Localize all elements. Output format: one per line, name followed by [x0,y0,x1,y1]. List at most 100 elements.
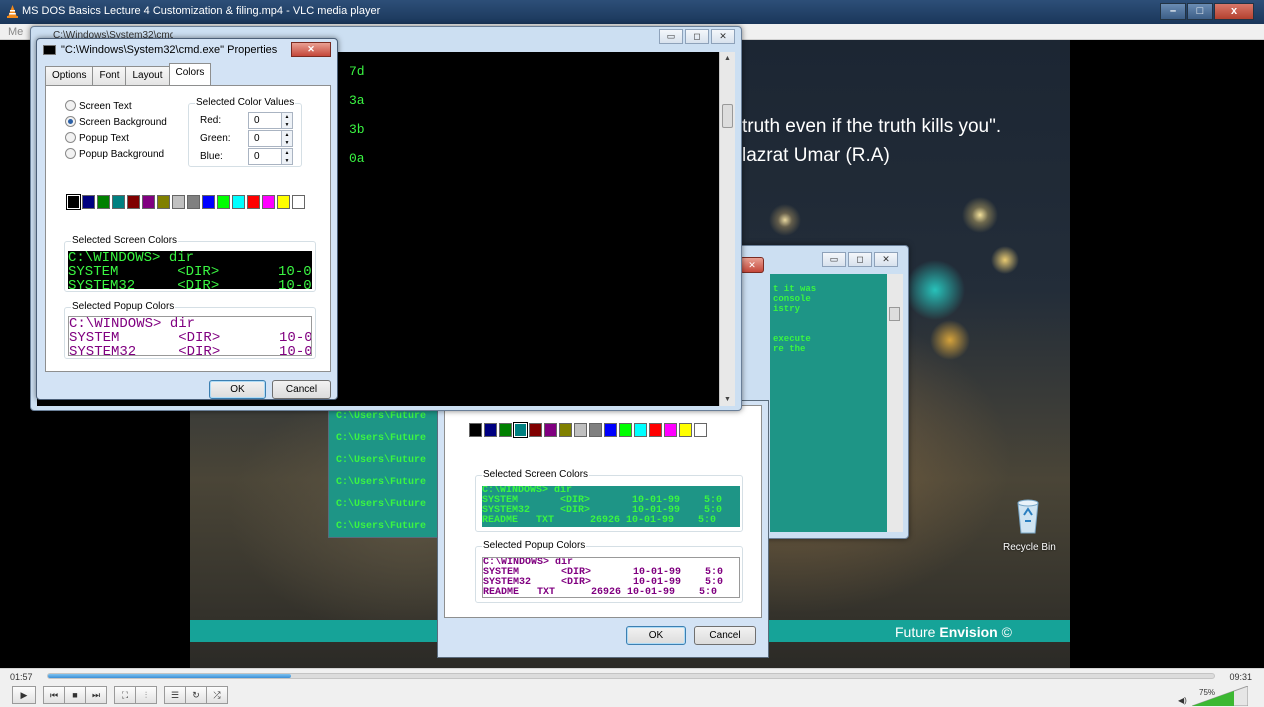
close-button[interactable]: ✕ [711,29,735,44]
color-swatch[interactable] [187,195,200,209]
color-swatch[interactable] [634,423,647,437]
radio-screen-background[interactable]: Screen Background [65,116,167,128]
scroll-thumb[interactable] [722,104,733,128]
menu-fragment[interactable]: Me [8,26,23,38]
color-swatch[interactable] [232,195,245,209]
ok-button[interactable]: OK [626,626,686,645]
screen-colors-preview: C:\WINDOWS> dir SYSTEM <DIR> 10-0 SYSTEM32… [68,251,312,289]
color-swatch[interactable] [157,195,170,209]
console-line: C:\Users\Future [336,521,427,532]
minimize-button[interactable]: – [1160,3,1186,20]
console-line: C:\Users\Future [336,433,427,444]
color-swatch[interactable] [513,422,528,438]
color-swatch[interactable] [277,195,290,209]
cancel-button[interactable]: Cancel [694,626,756,645]
fullscreen-button[interactable]: ⛶ [114,686,136,704]
color-swatch[interactable] [469,423,482,437]
color-swatch[interactable] [679,423,692,437]
console-line: C:\Users\Future [336,411,427,422]
seek-progress [48,674,291,678]
cancel-button[interactable]: Cancel [272,380,331,399]
tab-layout[interactable]: Layout [125,66,170,85]
blue-spinner[interactable]: ▲ ▼ [281,148,293,165]
color-swatch[interactable] [664,423,677,437]
previous-button[interactable]: ⏮ [43,686,65,704]
tab-options[interactable]: Options [45,66,94,85]
properties-dialog: "C:\Windows\System32\cmd.exe" Properties… [36,38,338,400]
maximize-button[interactable]: ◻ [848,252,872,267]
color-swatch[interactable] [544,423,557,437]
scrollbar[interactable] [887,274,903,532]
minimize-button[interactable]: ▭ [822,252,846,267]
color-swatch[interactable] [127,195,140,209]
red-input[interactable]: 0 [248,112,282,129]
color-swatch[interactable] [484,423,497,437]
shuffle-button[interactable]: ⤮ [206,686,228,704]
speaker-icon[interactable]: ◀) [1178,696,1187,705]
radio-indicator[interactable] [65,100,76,111]
color-swatch[interactable] [112,195,125,209]
color-swatch[interactable] [559,423,572,437]
quote-line-2: lazrat Umar (R.A) [742,145,890,166]
play-button[interactable]: ▶ [12,686,36,704]
vlc-title-bar: MS DOS Basics Lecture 4 Customization & … [0,0,1264,24]
color-swatch[interactable] [97,195,110,209]
radio-indicator[interactable] [65,116,76,127]
maximize-button[interactable]: ◻ [685,29,709,44]
back-properties-dialog: Selected Screen Colors C:\WINDOWS> dir SY… [437,400,769,658]
extended-settings-button[interactable]: ⫶ [135,686,157,704]
color-swatch[interactable] [292,195,305,209]
color-swatch[interactable] [589,423,602,437]
console-line: istry [773,304,801,314]
color-swatch[interactable] [574,423,587,437]
red-spinner[interactable]: ▲ ▼ [281,112,293,129]
close-button[interactable]: ✕ [874,252,898,267]
blue-input[interactable]: 0 [248,148,282,165]
color-swatch[interactable] [619,423,632,437]
radio-popup-background[interactable]: Popup Background [65,148,164,160]
loop-button[interactable]: ↻ [185,686,207,704]
next-button[interactable]: ⏭ [85,686,107,704]
color-swatch[interactable] [247,195,260,209]
seek-slider[interactable] [47,673,1215,679]
color-swatch[interactable] [82,195,95,209]
maximize-button[interactable]: □ [1187,3,1213,20]
color-swatch[interactable] [66,194,81,210]
close-button[interactable]: ✕ [740,257,764,273]
color-swatch[interactable] [202,195,215,209]
color-swatch[interactable] [649,423,662,437]
radio-indicator[interactable] [65,148,76,159]
console-line: console [773,294,811,304]
dialog-title: "C:\Windows\System32\cmd.exe" Properties [61,44,278,56]
color-swatch[interactable] [499,423,512,437]
tab-colors[interactable]: Colors [168,63,212,85]
color-swatch[interactable] [529,423,542,437]
color-swatch[interactable] [694,423,707,437]
green-spinner[interactable]: ▲ ▼ [281,130,293,147]
scroll-thumb[interactable] [889,307,900,321]
stop-button[interactable]: ■ [64,686,86,704]
color-swatch[interactable] [217,195,230,209]
radio-indicator[interactable] [65,132,76,143]
screen-colors-group: Selected Screen Colors C:\WINDOWS> dir SY… [475,469,743,532]
ok-button[interactable]: OK [209,380,266,399]
color-swatch[interactable] [172,195,185,209]
green-row: Green: 0 ▲ ▼ [200,130,293,147]
green-input[interactable]: 0 [248,130,282,147]
playlist-button[interactable]: ☰ [164,686,186,704]
volume-slider[interactable] [1192,686,1248,706]
close-button[interactable]: ✕ [291,42,331,57]
tab-font[interactable]: Font [92,66,127,85]
window-controls: ▭ ◻ ✕ [822,252,898,267]
minimize-button[interactable]: ▭ [659,29,683,44]
radio-screen-text[interactable]: Screen Text [65,100,132,112]
radio-popup-text[interactable]: Popup Text [65,132,129,144]
scrollbar[interactable]: ▲ ▼ [719,52,735,406]
group-label: Selected Color Values [195,97,296,108]
color-swatch[interactable] [142,195,155,209]
color-swatch[interactable] [604,423,617,437]
console-line: C:\Users\Future [336,477,427,488]
close-button[interactable]: x [1214,3,1254,20]
vlc-cone-icon [7,5,18,18]
color-swatch[interactable] [262,195,275,209]
